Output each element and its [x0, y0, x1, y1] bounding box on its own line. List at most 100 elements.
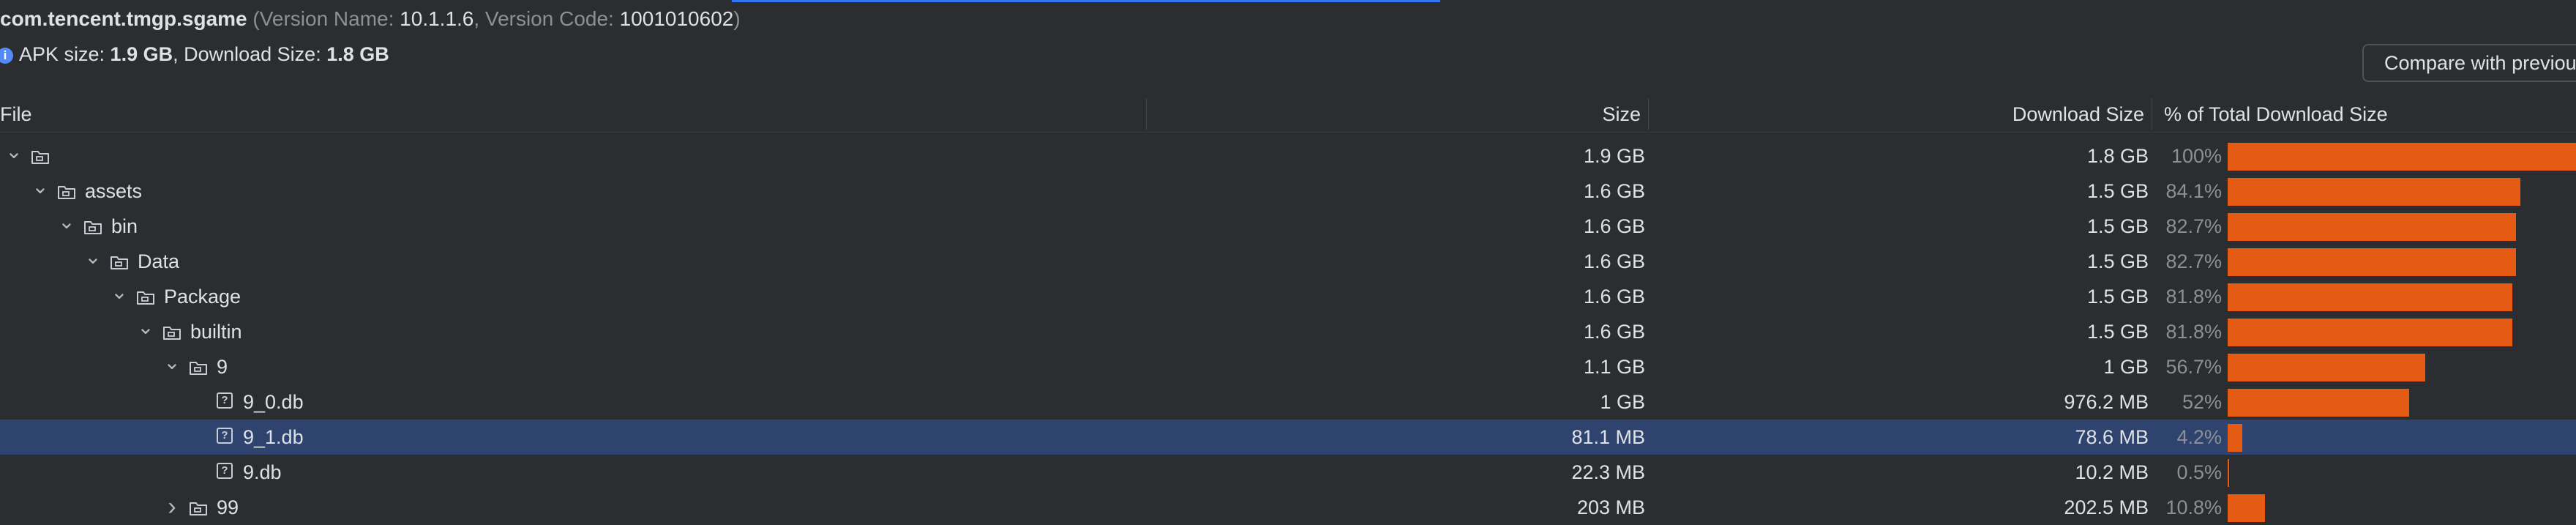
file-size: 1.9 GB [1583, 145, 1645, 167]
table-row[interactable]: ⌄ Package 1.6 GB 1.5 GB 81.8% [0, 279, 2576, 314]
download-size: 10.2 MB [2075, 461, 2149, 483]
folder-icon [189, 358, 208, 375]
version-close-paren: ) [733, 7, 741, 30]
file-name: 9.db [243, 461, 282, 483]
table-row[interactable]: ⌄ Data 1.6 GB 1.5 GB 82.7% [0, 244, 2576, 279]
file-size: 1.6 GB [1583, 250, 1645, 272]
percent-label: 81.8% [2165, 286, 2222, 308]
file-size: 203 MB [1576, 496, 1645, 518]
file-name: 9_1.db [243, 426, 304, 448]
compare-with-previous-button[interactable]: Compare with previous [2362, 44, 2576, 82]
chevron-down-icon[interactable]: ⌄ [57, 209, 76, 244]
chevron-right-icon[interactable]: › [162, 490, 181, 525]
download-size: 78.6 MB [2075, 426, 2149, 448]
chevron-down-icon[interactable]: ⌄ [83, 244, 102, 279]
table-row[interactable]: ⌄ builtin 1.6 GB 1.5 GB 81.8% [0, 314, 2576, 349]
percent-label: 81.8% [2165, 321, 2222, 343]
percent-bar [2228, 459, 2229, 487]
file-size: 22.3 MB [1571, 461, 1645, 483]
version-code: 1001010602 [619, 7, 734, 30]
download-size: 202.5 MB [2064, 496, 2149, 518]
file-name: 9 [217, 356, 228, 378]
percent-label: 52% [2182, 391, 2222, 413]
column-divider[interactable] [1146, 98, 1147, 130]
table-header: File Size Download Size % of Total Downl… [0, 95, 2576, 133]
package-name: com.tencent.tmgp.sgame [0, 7, 247, 30]
app-header: com.tencent.tmgp.sgame (Version Name: 10… [0, 4, 741, 34]
folder-icon [57, 182, 76, 199]
percent-bar [2228, 494, 2265, 522]
version-code-label: , Version Code: [473, 7, 620, 30]
download-size: 1.5 GB [2086, 286, 2149, 308]
download-size: 1.5 GB [2086, 250, 2149, 272]
file-size: 1.6 GB [1583, 286, 1645, 308]
download-size: 1 GB [2103, 356, 2149, 378]
percent-bar [2228, 389, 2409, 417]
chevron-down-icon[interactable]: ⌄ [31, 174, 50, 209]
percent-label: 56.7% [2165, 356, 2222, 378]
percent-bar [2228, 178, 2520, 206]
folder-icon [110, 253, 129, 269]
percent-label: 10.8% [2165, 496, 2222, 518]
chevron-down-icon[interactable]: ⌄ [136, 314, 155, 349]
file-size: 1 GB [1600, 391, 1645, 413]
apk-size-value: 1.9 GB [110, 43, 173, 65]
file-size: 1.6 GB [1583, 180, 1645, 202]
percent-label: 82.7% [2165, 250, 2222, 272]
table-row[interactable]: ⌄ 9 1.1 GB 1 GB 56.7% [0, 349, 2576, 384]
column-header-file[interactable]: File [0, 95, 32, 132]
file-name: builtin [190, 321, 242, 343]
file-name: 9_0.db [243, 391, 304, 413]
info-icon: i [0, 47, 13, 64]
download-size: 1.5 GB [2086, 215, 2149, 237]
percent-bar [2228, 319, 2512, 346]
file-size: 81.1 MB [1571, 426, 1645, 448]
file-name: 99 [217, 496, 239, 518]
download-size-label: , Download Size: [173, 43, 327, 65]
percent-label: 4.2% [2176, 426, 2222, 448]
apk-size-label: APK size: [19, 43, 111, 65]
download-size: 1.8 GB [2086, 145, 2149, 167]
file-name: assets [85, 180, 143, 202]
percent-bar [2228, 143, 2576, 171]
table-row[interactable]: ? 9_1.db 81.1 MB 78.6 MB 4.2% [0, 420, 2576, 455]
folder-icon [189, 499, 208, 515]
column-header-download-size[interactable]: Download Size [2012, 95, 2144, 132]
percent-bar [2228, 248, 2516, 276]
unknown-file-icon: ? [217, 392, 233, 409]
table-row[interactable]: ? 9_0.db 1 GB 976.2 MB 52% [0, 384, 2576, 420]
table-row[interactable]: ? 9.db 22.3 MB 10.2 MB 0.5% [0, 455, 2576, 490]
percent-label: 84.1% [2165, 180, 2222, 202]
percent-label: 0.5% [2176, 461, 2222, 483]
folder-icon [83, 217, 102, 234]
file-name: Package [164, 286, 242, 308]
table-row[interactable]: ⌄ 1.9 GB 1.8 GB 100% [0, 138, 2576, 174]
chevron-down-icon[interactable]: ⌄ [110, 279, 129, 314]
file-name: Data [138, 250, 180, 272]
file-tree-table: ⌄ 1.9 GB 1.8 GB 100% ⌄ assets 1.6 GB 1.5 GB 84.1… [0, 138, 2576, 525]
percent-bar [2228, 213, 2516, 241]
column-header-size[interactable]: Size [1602, 95, 1641, 132]
download-size: 1.5 GB [2086, 321, 2149, 343]
chevron-down-icon[interactable]: ⌄ [162, 349, 181, 384]
download-size: 976.2 MB [2064, 391, 2149, 413]
version-name-label: (Version Name: [252, 7, 400, 30]
table-row[interactable]: ⌄ assets 1.6 GB 1.5 GB 84.1% [0, 174, 2576, 209]
table-row[interactable]: ⌄ bin 1.6 GB 1.5 GB 82.7% [0, 209, 2576, 244]
percent-label: 100% [2171, 145, 2222, 167]
folder-icon [162, 323, 181, 340]
column-header-percent[interactable]: % of Total Download Size [2164, 95, 2388, 132]
file-name: bin [111, 215, 138, 237]
percent-bar [2228, 424, 2242, 452]
unknown-file-icon: ? [217, 463, 233, 479]
chevron-down-icon[interactable]: ⌄ [4, 138, 23, 174]
tab-active-indicator [732, 0, 1440, 2]
file-size: 1.6 GB [1583, 321, 1645, 343]
folder-icon [136, 288, 155, 305]
table-row[interactable]: › 99 203 MB 202.5 MB 10.8% [0, 490, 2576, 525]
folder-icon [31, 147, 50, 164]
unknown-file-icon: ? [217, 428, 233, 444]
file-size: 1.1 GB [1583, 356, 1645, 378]
column-divider[interactable] [1648, 98, 1649, 130]
download-size-value: 1.8 GB [326, 43, 389, 65]
